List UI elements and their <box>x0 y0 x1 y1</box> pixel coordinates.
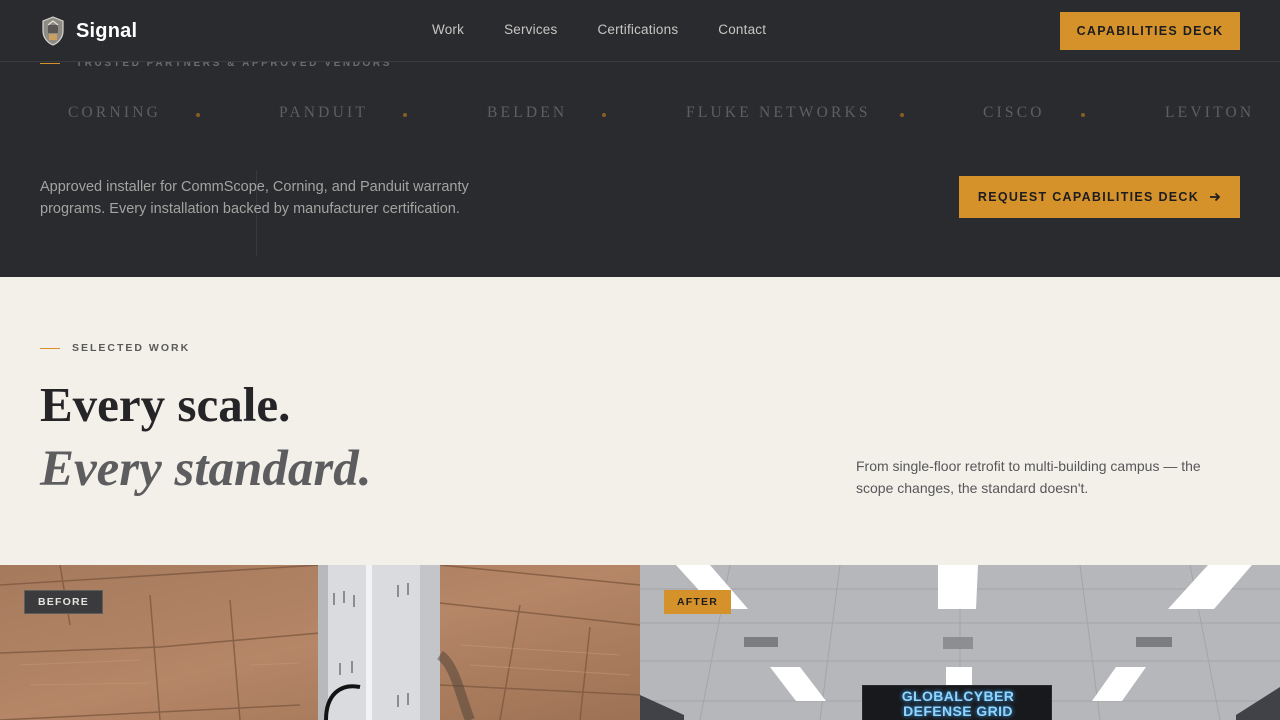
work-copy: From single-floor retrofit to multi-buil… <box>856 458 1201 496</box>
nav-item-contact[interactable]: Contact <box>718 22 766 37</box>
separator-dot-icon <box>602 113 606 117</box>
sign-text-line: GLOBALCYBER <box>901 688 1015 704</box>
section-subheadline: Every standard. <box>40 441 372 497</box>
separator-dot-icon <box>196 113 200 117</box>
brand-link[interactable]: Signal <box>40 14 137 48</box>
eyebrow-line <box>40 347 60 349</box>
eyebrow-line <box>40 63 60 64</box>
display-sign: GLOBALCYBER DEFENSE GRID <box>862 685 1052 720</box>
request-capabilities-deck-button[interactable]: REQUEST CAPABILITIES DECK <box>959 176 1240 218</box>
request-capabilities-deck-label: REQUEST CAPABILITIES DECK <box>977 190 1200 204</box>
capabilities-deck-button[interactable]: CAPABILITIES DECK <box>1060 12 1240 50</box>
partner-logo: BELDEN <box>487 104 568 121</box>
separator-dot-icon <box>1081 113 1085 117</box>
after-badge: AFTER <box>664 590 731 614</box>
partner-logo: LEVITON <box>1165 104 1255 121</box>
brand-logo-icon <box>42 16 64 46</box>
partners-copy: Approved installer for CommScope, Cornin… <box>40 179 469 217</box>
partner-logo: FLUKE NETWORKS <box>686 104 871 121</box>
partner-logo-row: CORNING PANDUIT BELDEN FLUKE NETWORKS CI… <box>0 104 1280 128</box>
nav-item-work[interactable]: Work <box>432 22 464 37</box>
before-badge: BEFORE <box>24 590 103 614</box>
partner-logo: PANDUIT <box>279 104 369 121</box>
brand-name: Signal <box>76 19 138 42</box>
separator-dot-icon <box>900 113 904 117</box>
arrow-right-icon <box>1210 192 1221 202</box>
separator-dot-icon <box>403 113 407 117</box>
section-headline: Every scale. <box>40 377 291 432</box>
nav-links: Work Services Certifications Contact <box>432 22 806 37</box>
nav-item-certifications[interactable]: Certifications <box>597 22 678 37</box>
work-eyebrow: SELECTED WORK <box>40 342 190 354</box>
before-photo-image <box>0 565 640 720</box>
nav-item-services[interactable]: Services <box>504 22 557 37</box>
partner-logo: CORNING <box>68 104 162 121</box>
sign-text-line: DEFENSE GRID <box>903 703 1013 719</box>
before-photo: BEFORE <box>0 565 640 720</box>
top-nav: Signal Work Services Certifications Cont… <box>0 0 1280 62</box>
after-photo: AFTER GLOBALCYBER DEFENSE GRID <box>640 565 1280 720</box>
partner-logo: CISCO <box>983 104 1045 121</box>
work-eyebrow-text: SELECTED WORK <box>72 342 191 354</box>
